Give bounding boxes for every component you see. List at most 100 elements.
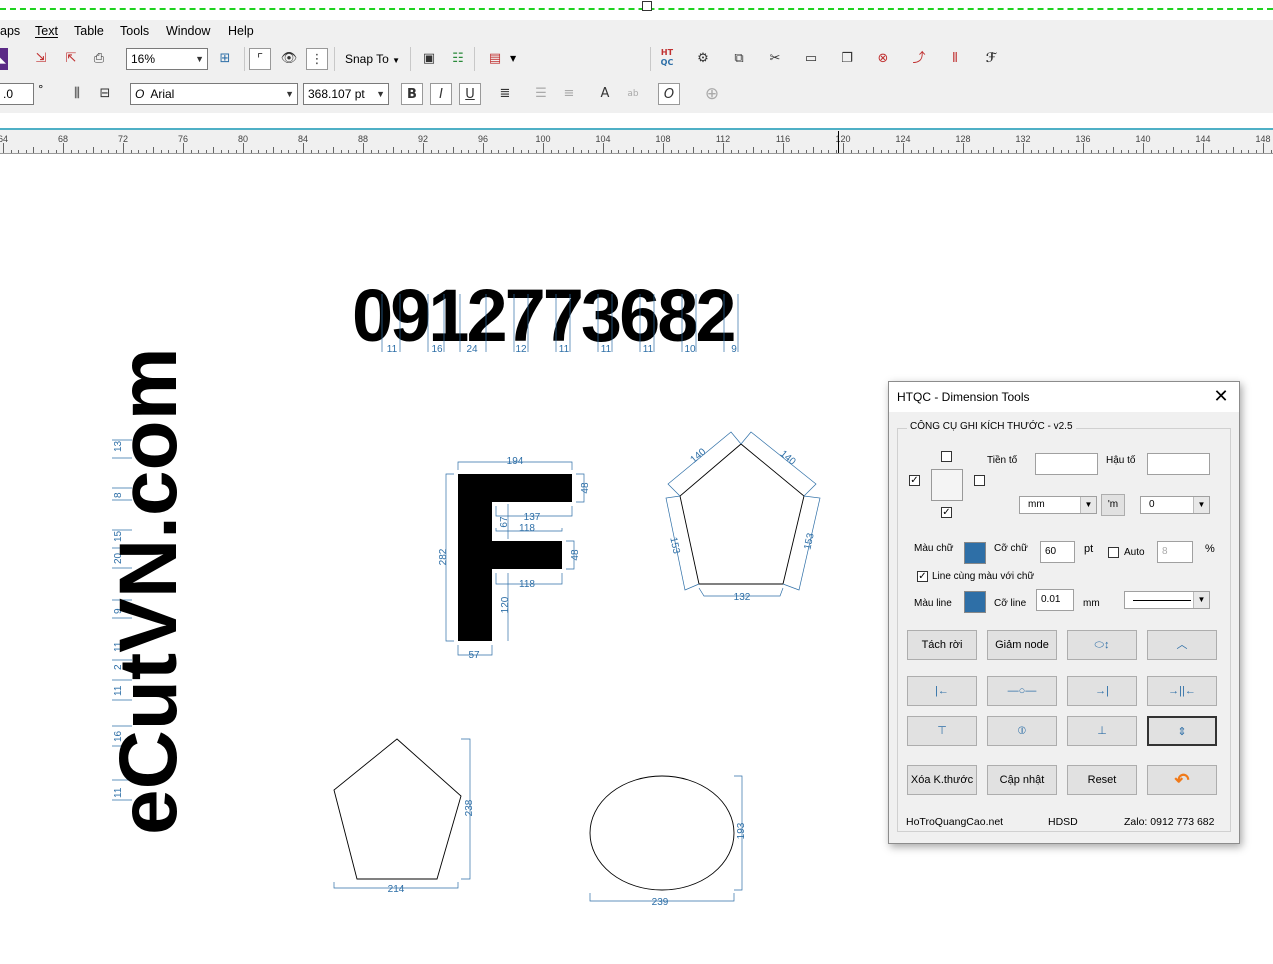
reset-button[interactable]: Reset: [1067, 765, 1137, 795]
small-pentagon-shape[interactable]: [333, 738, 462, 880]
f-dim-label: 120: [500, 596, 511, 613]
pentagon-dim-label: 140: [778, 449, 798, 468]
same-color-checkbox[interactable]: ✓: [917, 571, 928, 582]
f-dim-label: 282: [438, 548, 449, 565]
dimension-tools-dialog: HTQC - Dimension Tools ✕ CÔNG CỤ GHI KÍC…: [888, 381, 1240, 844]
phone-dim-label: 11: [643, 344, 654, 355]
align-right-button[interactable]: →|: [1067, 676, 1137, 706]
phone-dim-label: 10: [684, 344, 696, 355]
pentagon-dim-label: 132: [734, 592, 751, 603]
update-button[interactable]: Cập nhật: [987, 765, 1057, 795]
align-center-h-button[interactable]: —○—: [987, 676, 1057, 706]
letter-f-shape[interactable]: [458, 474, 572, 641]
suffix-input[interactable]: [1147, 453, 1210, 475]
decimal-select[interactable]: 0 ▼: [1140, 496, 1210, 514]
angle-dimension-icon: ︿: [1176, 639, 1188, 651]
position-preview: [931, 469, 963, 501]
delete-dimension-button[interactable]: Xóa K.thước: [907, 765, 977, 795]
small-pentagon-dim-label: 214: [388, 884, 405, 895]
f-dim-label: 48: [580, 482, 591, 494]
website-link[interactable]: HoTroQuangCao.net: [906, 816, 1003, 828]
prefix-input[interactable]: [1035, 453, 1098, 475]
vertical-brand-text[interactable]: eCutVN.com: [103, 347, 194, 835]
text-size-input[interactable]: 60: [1040, 541, 1075, 563]
phone-dim-label: 12: [515, 344, 527, 355]
f-dim-label: 118: [519, 579, 535, 590]
text-color-label: Màu chữ: [914, 543, 954, 554]
dialog-titlebar[interactable]: HTQC - Dimension Tools ✕: [889, 382, 1239, 412]
f-dim-label: 48: [570, 549, 581, 561]
line-color-swatch[interactable]: [964, 591, 986, 613]
ellipse-dim-label: 239: [652, 897, 669, 908]
align-left-button[interactable]: |←: [907, 676, 977, 706]
text-size-label: Cỡ chữ: [994, 543, 1028, 554]
center-vertical-icon: ⦶: [1018, 725, 1026, 737]
prefix-label: Tiền tố: [987, 455, 1018, 466]
chevron-down-icon: ▼: [1193, 497, 1209, 513]
phone-dim-label: 11: [387, 344, 398, 355]
line-color-label: Màu line: [914, 598, 952, 609]
auto-label: Auto: [1124, 547, 1145, 558]
phone-dim-label: 16: [431, 344, 443, 355]
chevron-down-icon: ▼: [1080, 497, 1096, 513]
align-bottom-button[interactable]: ⊥: [1067, 716, 1137, 746]
position-bottom-checkbox[interactable]: ✓: [941, 507, 952, 518]
align-top-button[interactable]: ⊤: [907, 716, 977, 746]
chevron-down-icon: ▼: [1193, 592, 1209, 608]
f-dim-label: 194: [507, 456, 524, 467]
dimension-ellipse-button[interactable]: ⬭↕: [1067, 630, 1137, 660]
distribute-v-button[interactable]: ⇕: [1147, 716, 1217, 746]
pentagon-dim-label: 140: [688, 446, 708, 465]
text-color-swatch[interactable]: [964, 542, 986, 564]
auto-size-checkbox[interactable]: [1108, 547, 1119, 558]
align-top-icon: ⊤: [937, 725, 947, 737]
undo-icon: ↶: [1174, 770, 1190, 790]
separate-button[interactable]: Tách rời: [907, 630, 977, 660]
close-icon[interactable]: ✕: [1211, 386, 1231, 406]
undo-button[interactable]: ↶: [1147, 765, 1217, 795]
f-dim-label: 118: [519, 523, 535, 534]
unit-value: mm: [1028, 499, 1045, 510]
pentagon-dim-label: 153: [802, 532, 816, 551]
dialog-title: HTQC - Dimension Tools: [897, 390, 1030, 404]
zalo-contact: Zalo: 0912 773 682: [1124, 816, 1215, 828]
position-top-checkbox[interactable]: [941, 451, 952, 462]
f-dim-label: 67: [499, 516, 510, 528]
dimension-angle-button[interactable]: ︿: [1147, 630, 1217, 660]
line-size-label: Cỡ line: [994, 598, 1027, 609]
center-horizontal-icon: —○—: [1007, 685, 1037, 697]
align-right-icon: →|: [1095, 685, 1109, 697]
unit-toggle-button[interactable]: 'm: [1101, 494, 1125, 516]
phone-dim-label: 11: [601, 344, 612, 355]
f-dim-label: 137: [524, 512, 541, 523]
unit-select[interactable]: mm ▼: [1019, 496, 1097, 514]
line-size-input[interactable]: 0.01: [1036, 589, 1074, 611]
align-bottom-icon: ⊥: [1097, 725, 1107, 737]
line-style-preview: [1133, 600, 1191, 601]
align-left-icon: |←: [935, 685, 949, 697]
reduce-node-button[interactable]: Giảm node: [987, 630, 1057, 660]
help-link[interactable]: HDSD: [1048, 816, 1078, 828]
align-center-v-button[interactable]: ⦶: [987, 716, 1057, 746]
distribute-vertical-icon: ⇕: [1177, 726, 1187, 738]
small-pentagon-dim-label: 238: [464, 799, 475, 816]
line-size-unit: mm: [1083, 598, 1100, 609]
phone-dim-label: 24: [466, 344, 478, 355]
ellipse-dim-lines: [589, 775, 743, 902]
line-style-select[interactable]: ▼: [1124, 591, 1210, 609]
small-pentagon-dim-lines: [333, 738, 471, 889]
f-dim-label: 57: [468, 650, 480, 661]
pentagon-dim-label: 153: [667, 536, 681, 555]
distribute-h-button[interactable]: →||←: [1147, 676, 1217, 706]
ellipse-shape[interactable]: [589, 775, 735, 891]
position-right-checkbox[interactable]: [974, 475, 985, 486]
percent-sign: %: [1205, 543, 1215, 555]
text-size-unit: pt: [1084, 543, 1094, 555]
phone-dim-label: 11: [559, 344, 570, 355]
suffix-label: Hậu tố: [1106, 455, 1136, 466]
distribute-horizontal-icon: →||←: [1168, 685, 1196, 697]
position-left-checkbox[interactable]: ✓: [909, 475, 920, 486]
ellipse-dimension-icon: ⬭↕: [1094, 639, 1110, 651]
auto-percent-input[interactable]: 8: [1157, 541, 1193, 563]
pentagon-shape[interactable]: [679, 443, 805, 585]
